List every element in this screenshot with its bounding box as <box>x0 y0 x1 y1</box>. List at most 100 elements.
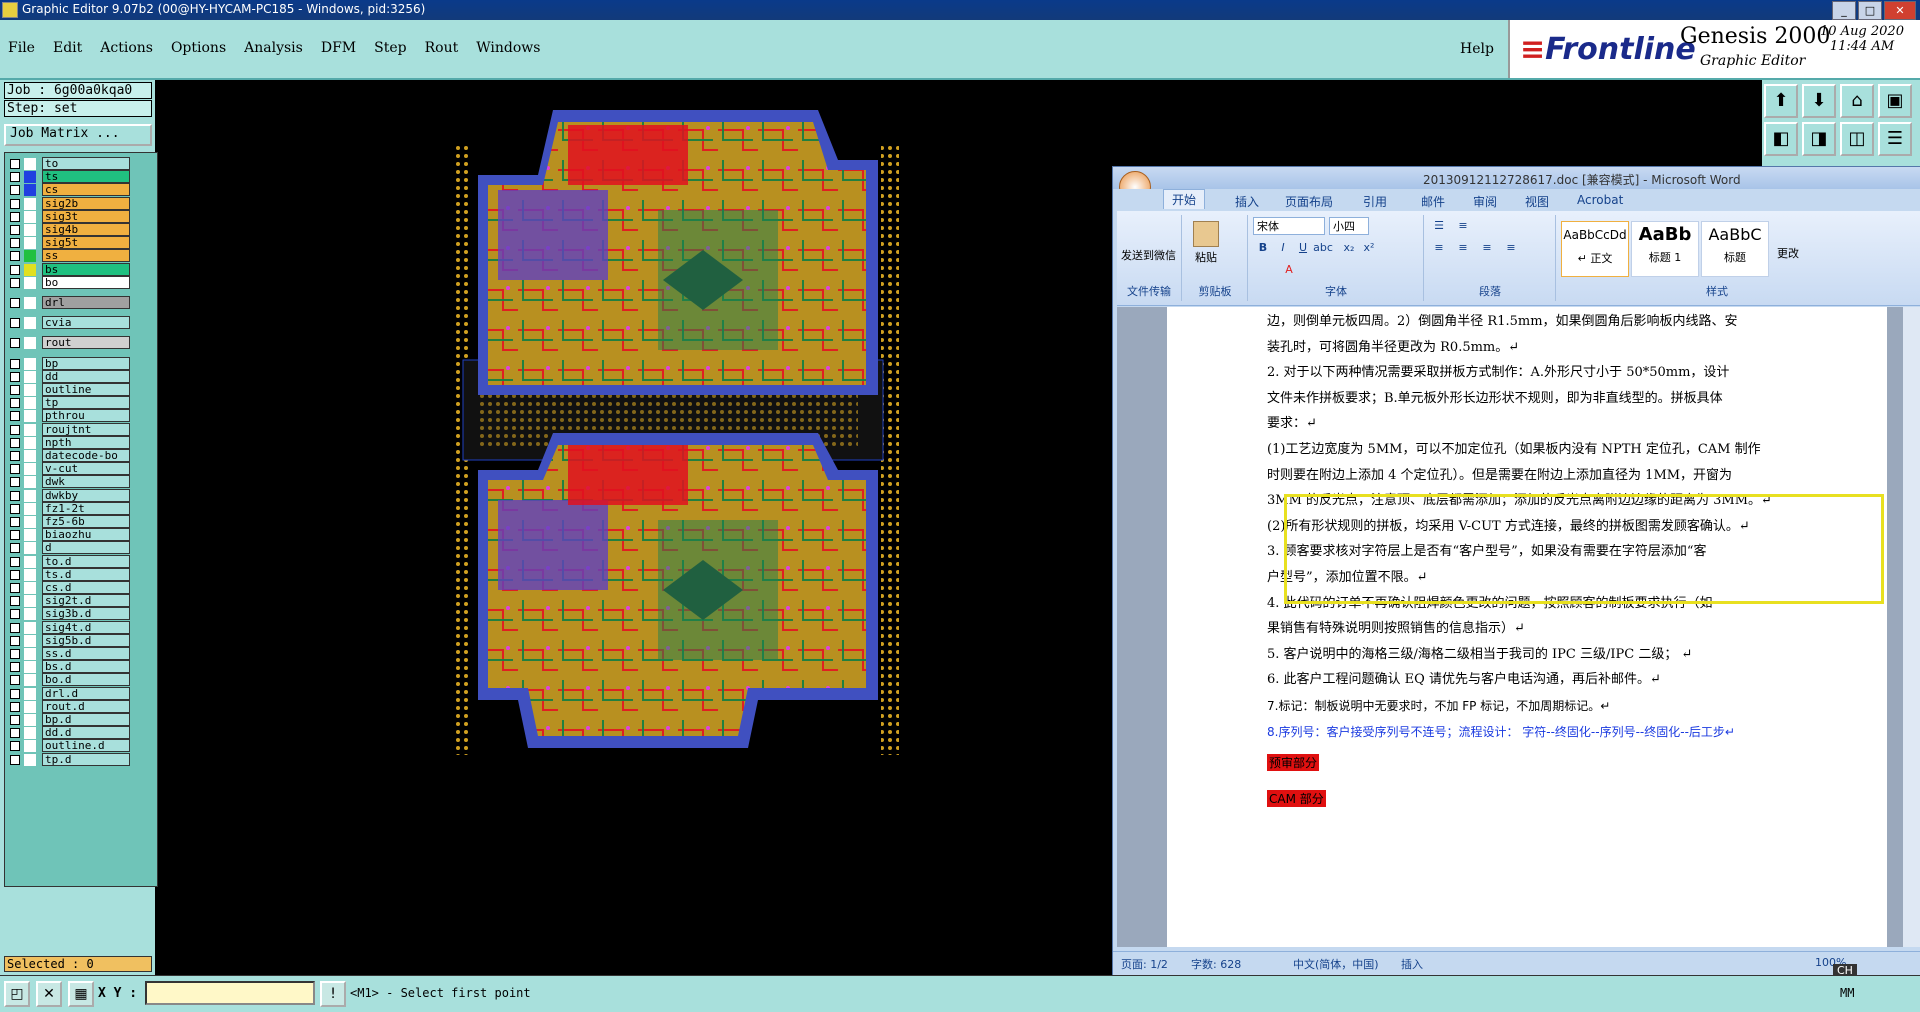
layer-checkbox[interactable] <box>10 371 20 382</box>
layer-row[interactable]: bs.d <box>7 660 130 674</box>
menu-step[interactable]: Step <box>374 40 406 56</box>
tab-layout[interactable]: 页面布局 <box>1285 193 1333 210</box>
change-styles-button[interactable]: 更改 <box>1777 245 1799 261</box>
layer-row[interactable]: roujtnt <box>7 422 130 437</box>
layer-checkbox[interactable] <box>10 503 20 514</box>
layer-checkbox[interactable] <box>10 609 20 620</box>
menu-help[interactable]: Help <box>1460 41 1494 57</box>
layer-checkbox[interactable] <box>10 596 20 607</box>
layer-row[interactable]: bp.d <box>7 713 130 727</box>
layer-row[interactable]: outline <box>7 383 130 397</box>
layer-checkbox[interactable] <box>10 238 20 249</box>
menu-edit[interactable]: Edit <box>53 40 82 56</box>
layer-checkbox[interactable] <box>10 451 20 461</box>
font-color-button[interactable]: A <box>1279 261 1299 279</box>
layer-row[interactable]: to.d <box>7 554 130 569</box>
layer-row[interactable]: sig2t.d <box>7 594 130 608</box>
layer-row[interactable]: v-cut <box>7 462 130 476</box>
layer-checkbox[interactable] <box>10 649 20 659</box>
layer-checkbox[interactable] <box>10 338 20 349</box>
layer-checkbox[interactable] <box>10 517 20 527</box>
layer-row[interactable]: cvia <box>7 316 130 330</box>
layer-row[interactable]: dd <box>7 369 130 384</box>
layer-row[interactable]: dd.d <box>7 726 130 740</box>
layer-row[interactable]: drl.d <box>7 686 130 701</box>
maximize-button[interactable]: □ <box>1858 1 1882 20</box>
tab-view[interactable]: 视图 <box>1525 193 1549 210</box>
layer-row[interactable]: datecode-bo <box>7 449 130 463</box>
layer-checkbox[interactable] <box>10 411 20 422</box>
align-left-button[interactable]: ≡ <box>1429 239 1449 257</box>
align-right-button[interactable]: ≡ <box>1477 239 1497 257</box>
cross-tool-icon[interactable]: ✕ <box>36 981 62 1007</box>
font-name-select[interactable]: 宋体 <box>1253 217 1325 235</box>
menu-dfm[interactable]: DFM <box>321 40 356 56</box>
toolbar-button-5[interactable]: ◧ <box>1764 122 1798 156</box>
layer-checkbox[interactable] <box>10 464 20 475</box>
toolbar-button-8[interactable]: ☰ <box>1878 122 1912 156</box>
home-icon[interactable]: ⌂ <box>1840 84 1874 118</box>
layer-row[interactable]: sig5t <box>7 236 130 250</box>
layer-checkbox[interactable] <box>10 688 20 699</box>
layer-checkbox[interactable] <box>10 398 20 409</box>
align-center-button[interactable]: ≡ <box>1453 239 1473 257</box>
font-size-select[interactable]: 小四 <box>1329 217 1369 235</box>
menu-analysis[interactable]: Analysis <box>244 40 303 56</box>
layer-row[interactable]: tp <box>7 396 130 410</box>
layer-row[interactable]: cs.d <box>7 581 130 595</box>
layer-checkbox[interactable] <box>10 754 20 765</box>
layer-checkbox[interactable] <box>10 701 20 712</box>
layer-row[interactable]: drl <box>7 296 130 310</box>
layer-checkbox[interactable] <box>10 569 20 580</box>
close-button[interactable]: ✕ <box>1884 1 1916 20</box>
layer-checkbox[interactable] <box>10 318 20 329</box>
style-heading1[interactable]: AaBb 标题 1 <box>1631 221 1699 277</box>
layer-checkbox[interactable] <box>10 622 20 633</box>
layer-checkbox[interactable] <box>10 185 20 196</box>
tab-review[interactable]: 审阅 <box>1473 193 1497 210</box>
layer-row[interactable]: outline.d <box>7 739 130 753</box>
layer-row[interactable]: ss <box>7 249 130 263</box>
tab-mailings[interactable]: 邮件 <box>1421 193 1445 210</box>
layer-row[interactable]: cs <box>7 183 130 197</box>
layer-checkbox[interactable] <box>10 159 20 169</box>
justify-button[interactable]: ≡ <box>1501 239 1521 257</box>
layer-row[interactable]: sig3t <box>7 209 130 224</box>
style-normal[interactable]: AaBbCcDd ↵ 正文 <box>1561 221 1629 277</box>
layer-row[interactable]: sig3b.d <box>7 607 130 621</box>
layer-row[interactable]: dwk <box>7 475 130 489</box>
vertical-scrollbar[interactable] <box>1903 307 1920 947</box>
menu-windows[interactable]: Windows <box>476 40 540 56</box>
layer-checkbox[interactable] <box>10 662 20 673</box>
layer-row[interactable]: fz1-2t <box>7 501 130 516</box>
layer-row[interactable]: npth <box>7 435 130 450</box>
toolbar-button-4[interactable]: ▣ <box>1878 84 1912 118</box>
toolbar-button-6[interactable]: ◨ <box>1802 122 1836 156</box>
layer-checkbox[interactable] <box>10 225 20 235</box>
layer-checkbox[interactable] <box>10 298 20 308</box>
layer-checkbox[interactable] <box>10 385 20 395</box>
grid-tool-icon[interactable]: ▦ <box>68 981 94 1007</box>
layer-checkbox[interactable] <box>10 635 20 646</box>
tab-acrobat[interactable]: Acrobat <box>1577 193 1623 207</box>
job-matrix-button[interactable]: Job Matrix ... <box>4 124 152 146</box>
layer-row[interactable]: dwkby <box>7 488 130 503</box>
strikethrough-button[interactable]: abc <box>1313 239 1333 257</box>
layer-row[interactable]: sig4t.d <box>7 620 130 635</box>
layer-checkbox[interactable] <box>10 424 20 435</box>
layer-row[interactable]: sig5b.d <box>7 633 130 648</box>
layer-checkbox[interactable] <box>10 530 20 541</box>
superscript-button[interactable]: x² <box>1359 239 1379 257</box>
layer-checkbox[interactable] <box>10 172 20 183</box>
layer-checkbox[interactable] <box>10 198 20 209</box>
tab-home[interactable]: 开始 <box>1163 189 1206 209</box>
layer-row[interactable]: rout.d <box>7 699 130 714</box>
layer-row[interactable]: ts.d <box>7 567 130 582</box>
layer-row[interactable]: biaozhu <box>7 528 130 542</box>
menu-options[interactable]: Options <box>171 40 226 56</box>
layer-row[interactable]: bs <box>7 262 130 277</box>
layer-row[interactable]: d <box>7 541 130 555</box>
menu-file[interactable]: File <box>8 40 35 56</box>
layer-row[interactable]: fz5-6b <box>7 515 130 529</box>
units-indicator[interactable]: MM <box>1840 980 1900 1006</box>
